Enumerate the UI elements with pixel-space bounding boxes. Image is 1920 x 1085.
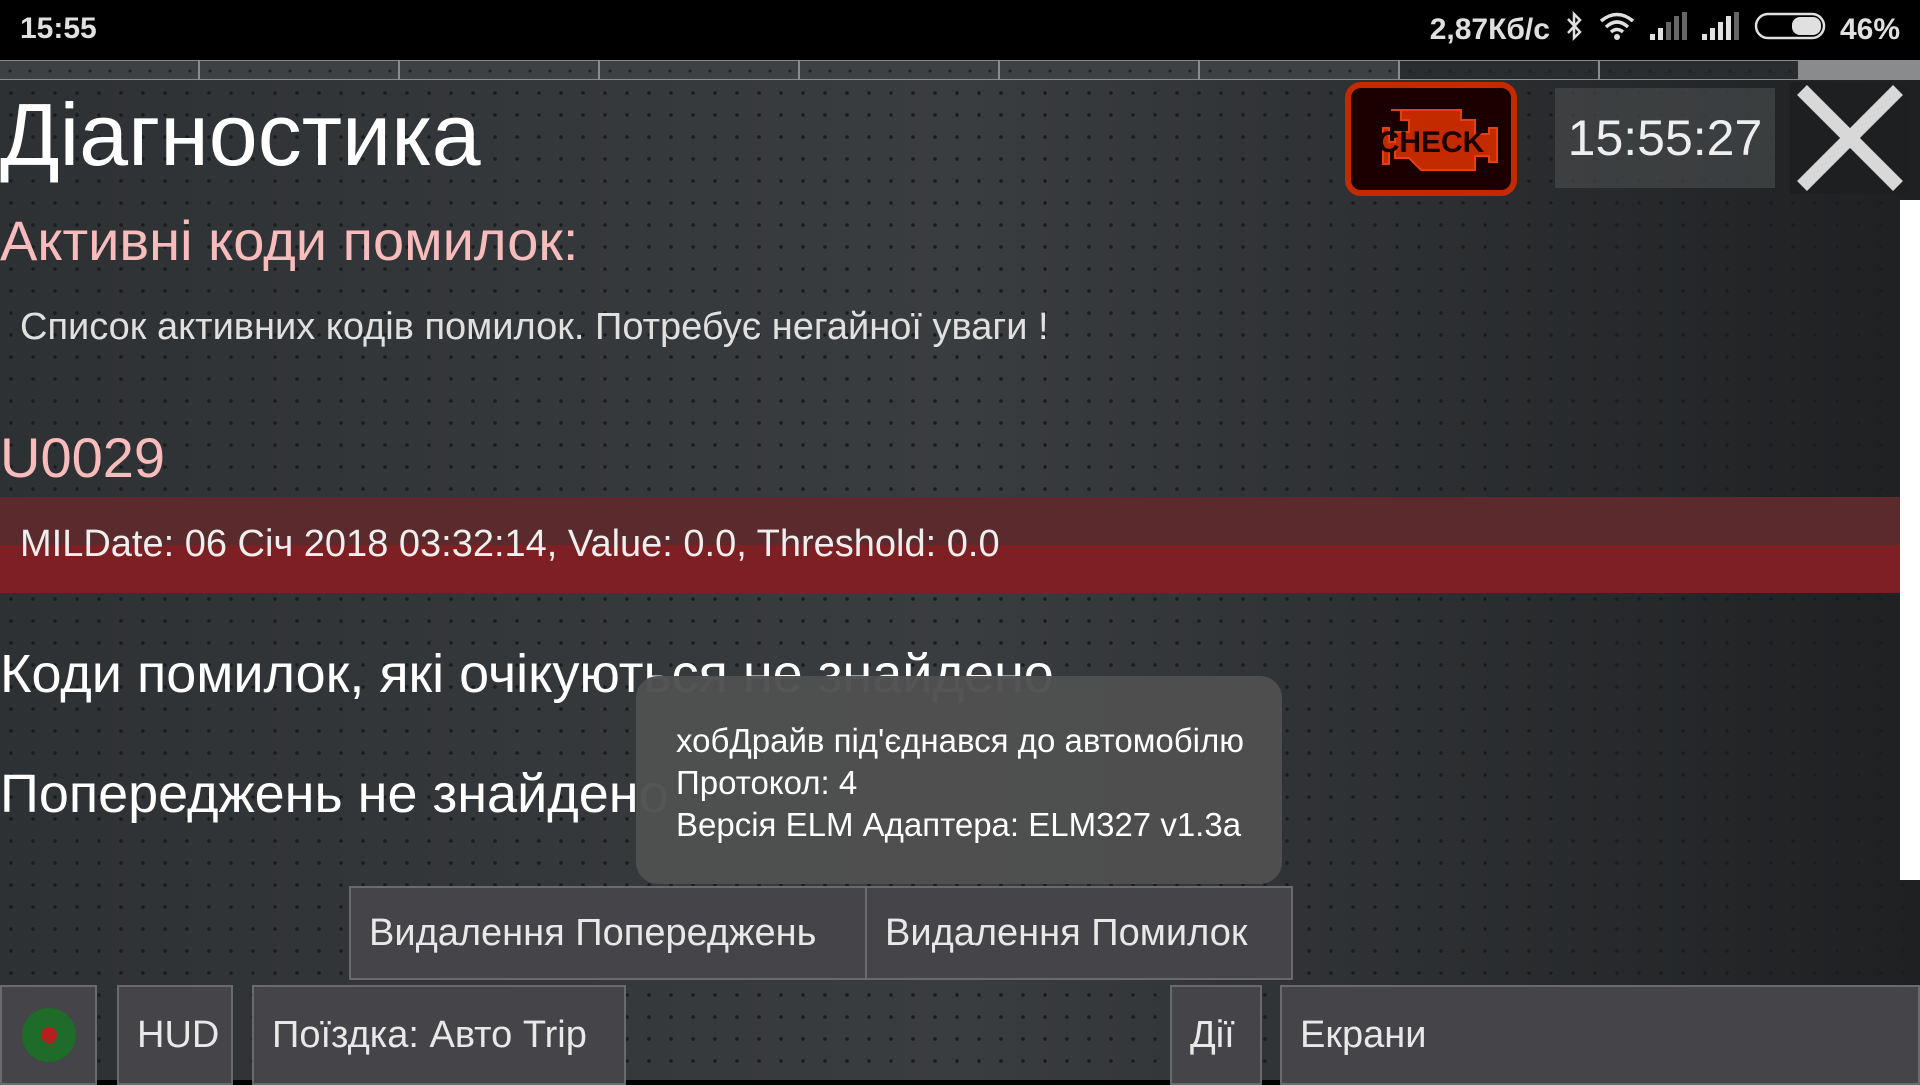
screen-tab[interactable]: [600, 61, 800, 79]
error-code-details-row[interactable]: MILDate: 06 Січ 2018 03:32:14, Value: 0.…: [0, 497, 1900, 593]
toast-line: Протокол: 4: [676, 764, 858, 801]
warnings-status: Попереджень не знайдено: [0, 764, 669, 824]
actions-button[interactable]: Дії: [1170, 985, 1262, 1085]
toast-line: хобДрайв під'єднався до автомобілю: [676, 722, 1245, 759]
status-icons: 2,87Кб/с 46%: [1430, 10, 1900, 50]
status-time: 15:55: [20, 12, 97, 45]
active-codes-description: Список активних кодів помилок. Потребує …: [20, 306, 1049, 348]
trip-button[interactable]: Поїздка: Авто Trip: [252, 985, 626, 1085]
status-bar: 15:55 2,87Кб/с 46%: [0, 0, 1920, 60]
connection-status-icon: [21, 1008, 76, 1062]
screen-tabs: [0, 60, 1920, 80]
network-speed: 2,87Кб/с: [1429, 13, 1550, 46]
error-code[interactable]: U0029: [0, 425, 165, 490]
clear-errors-button[interactable]: Видалення Помилок: [865, 886, 1293, 980]
hud-button[interactable]: HUD: [117, 985, 233, 1085]
screen-tab[interactable]: [400, 61, 600, 79]
clock: 15:55:27: [1555, 88, 1775, 188]
wifi-icon: [1598, 11, 1636, 49]
check-engine-icon[interactable]: CHECK: [1345, 82, 1517, 196]
screen-tab[interactable]: [1400, 61, 1600, 79]
battery-percent: 46%: [1839, 13, 1900, 46]
screen-tab[interactable]: [800, 61, 1000, 79]
signal-icon: [1649, 12, 1688, 48]
connection-toast: хобДрайв під'єднався до автомобілю Прото…: [636, 676, 1282, 884]
screen-tab[interactable]: [200, 61, 400, 79]
active-codes-heading: Активні коди помилок:: [0, 209, 579, 272]
clear-warnings-button[interactable]: Видалення Попереджень: [349, 886, 867, 980]
screen-tab[interactable]: [1000, 61, 1200, 79]
close-button[interactable]: [1790, 82, 1910, 194]
screen-tab[interactable]: [1200, 61, 1400, 79]
battery-icon: [1754, 12, 1826, 48]
close-icon: [1797, 85, 1903, 191]
error-code-details: MILDate: 06 Січ 2018 03:32:14, Value: 0.…: [20, 523, 1000, 565]
bluetooth-icon: [1564, 10, 1584, 49]
connection-status-button[interactable]: [0, 985, 97, 1085]
screens-button[interactable]: Екрани: [1280, 985, 1920, 1085]
scrollbar[interactable]: [1900, 200, 1920, 880]
screen-tab-active[interactable]: [1600, 61, 1800, 79]
page-title: Діагностика: [0, 85, 481, 184]
diagnostics-screen: Діагностика CHECK 15:55:27 Активні коди …: [0, 60, 1920, 1085]
check-engine-label: CHECK: [1378, 126, 1485, 159]
signal-icon: [1701, 12, 1740, 48]
toast-line: Версія ELM Адаптера: ELM327 v1.3a: [676, 806, 1242, 843]
screen-tab[interactable]: [0, 61, 200, 79]
